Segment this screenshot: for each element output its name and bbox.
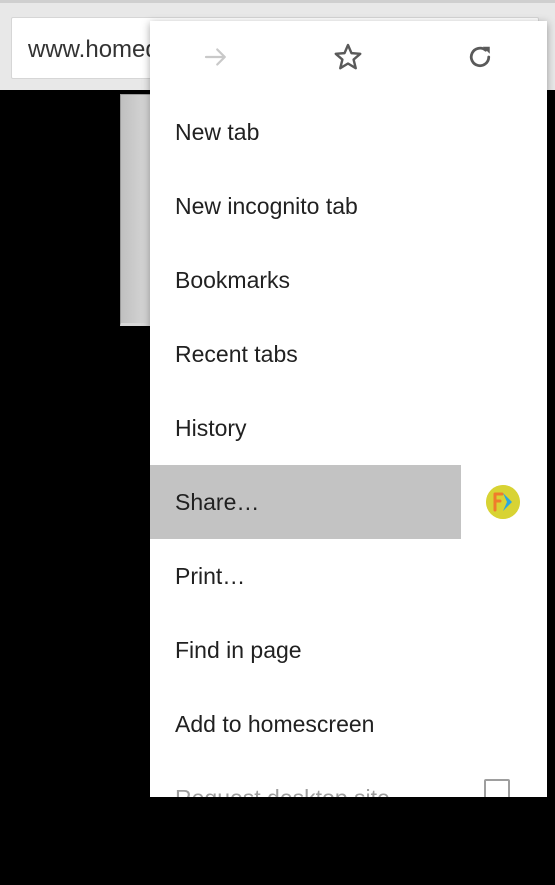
menu-item-label: History — [175, 415, 247, 441]
menu-item-label: Add to homescreen — [175, 711, 375, 737]
browser-screen: www.homed New tab New incognito tab Book… — [0, 0, 555, 885]
menu-item-find-in-page[interactable]: Find in page — [150, 613, 547, 687]
app-logo-icon[interactable] — [486, 485, 520, 519]
reload-icon[interactable] — [462, 39, 498, 75]
menu-item-request-desktop-site[interactable]: Request desktop site — [150, 761, 547, 797]
menu-item-label: Request desktop site — [175, 785, 390, 797]
forward-icon[interactable] — [198, 39, 234, 75]
menu-item-new-incognito-tab[interactable]: New incognito tab — [150, 169, 547, 243]
menu-item-share[interactable]: Share… — [150, 465, 547, 539]
menu-item-label: New incognito tab — [175, 193, 358, 219]
overflow-menu: New tab New incognito tab Bookmarks Rece… — [150, 21, 547, 797]
menu-item-label: Print… — [175, 563, 246, 589]
menu-item-label: New tab — [175, 119, 260, 145]
menu-item-new-tab[interactable]: New tab — [150, 95, 547, 169]
desktop-site-checkbox[interactable] — [484, 779, 510, 797]
menu-item-label: Bookmarks — [175, 267, 291, 293]
menu-item-print[interactable]: Print… — [150, 539, 547, 613]
menu-item-history[interactable]: History — [150, 391, 547, 465]
url-text: www.homed — [28, 36, 159, 63]
menu-icon-row — [150, 21, 547, 95]
menu-item-add-to-homescreen[interactable]: Add to homescreen — [150, 687, 547, 761]
star-icon[interactable] — [330, 39, 366, 75]
menu-item-label: Share… — [175, 489, 260, 515]
menu-item-recent-tabs[interactable]: Recent tabs — [150, 317, 547, 391]
menu-item-label: Find in page — [175, 637, 302, 663]
menu-item-label: Recent tabs — [175, 341, 298, 367]
menu-item-bookmarks[interactable]: Bookmarks — [150, 243, 547, 317]
